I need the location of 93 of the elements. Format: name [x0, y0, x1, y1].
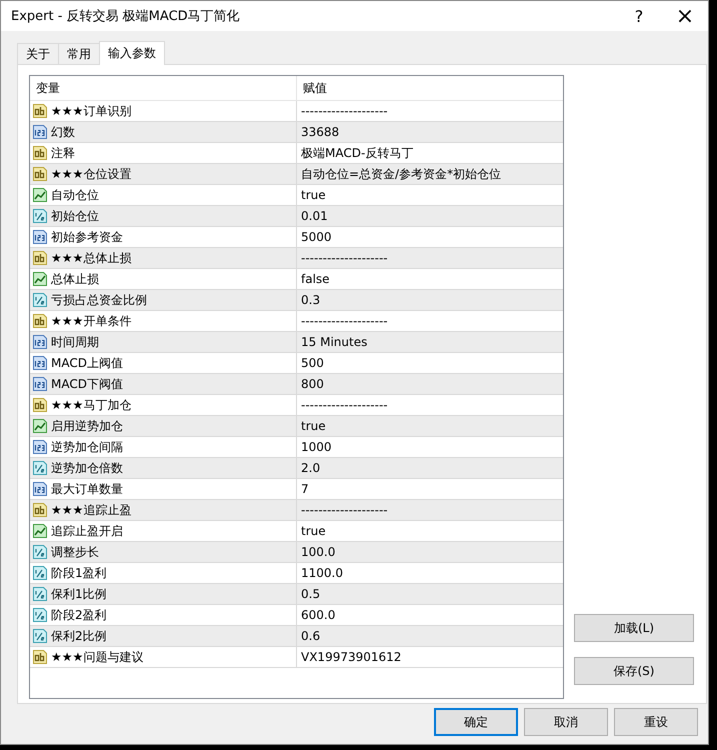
variable-cell[interactable]: MACD下阀值	[30, 374, 297, 394]
type-icon	[32, 292, 48, 308]
variable-cell[interactable]: ★★★订单识别	[30, 101, 297, 121]
variable-cell[interactable]: ★★★问题与建议	[30, 647, 297, 667]
value-cell[interactable]: false	[297, 269, 330, 289]
type-icon	[32, 229, 48, 245]
value-cell[interactable]: 0.3	[297, 290, 320, 310]
type-icon	[32, 628, 48, 644]
type-icon	[32, 481, 48, 497]
type-icon	[32, 355, 48, 371]
variable-cell[interactable]: 调整步长	[30, 542, 297, 562]
type-icon	[32, 586, 48, 602]
type-icon	[32, 460, 48, 476]
value-cell[interactable]: --------------------	[297, 500, 388, 520]
value-cell[interactable]: true	[297, 185, 326, 205]
type-icon	[32, 103, 48, 119]
variable-cell[interactable]: 亏损占总资金比例	[30, 290, 297, 310]
value-cell[interactable]: 极端MACD-反转马丁	[297, 143, 414, 163]
tab[interactable]: 关于	[17, 43, 59, 64]
type-icon	[32, 544, 48, 560]
value-cell[interactable]: 自动仓位=总资金/参考资金*初始仓位	[297, 164, 502, 184]
variable-cell[interactable]: 时间周期	[30, 332, 297, 352]
value-cell[interactable]: 800	[297, 374, 324, 394]
chart-type-icon	[32, 523, 48, 539]
variable-cell[interactable]: 总体止损	[30, 269, 297, 289]
value-cell[interactable]: 2.0	[297, 458, 320, 478]
chart-type-icon	[32, 271, 48, 287]
value-cell[interactable]: true	[297, 416, 326, 436]
value-cell[interactable]: --------------------	[297, 248, 388, 268]
variable-cell[interactable]: 阶段2盈利	[30, 605, 297, 625]
chart-type-icon	[32, 418, 48, 434]
type-icon	[32, 439, 48, 455]
tab[interactable]: 输入参数	[99, 41, 165, 65]
type-icon	[32, 376, 48, 392]
value-cell[interactable]: 33688	[297, 122, 340, 142]
type-icon	[32, 124, 48, 140]
value-cell[interactable]: 0.5	[297, 584, 320, 604]
variable-cell[interactable]: ★★★仓位设置	[30, 164, 297, 184]
type-icon	[32, 397, 48, 413]
help-button[interactable]: ?	[616, 1, 662, 31]
variable-cell[interactable]: 初始仓位	[30, 206, 297, 226]
variable-cell[interactable]: 追踪止盈开启	[30, 521, 297, 541]
type-icon	[32, 250, 48, 266]
value-cell[interactable]: 100.0	[297, 542, 336, 562]
value-cell[interactable]: 0.6	[297, 626, 320, 646]
variable-cell[interactable]: 自动仓位	[30, 185, 297, 205]
value-cell[interactable]: true	[297, 521, 326, 541]
type-icon	[32, 166, 48, 182]
value-cell[interactable]: VX19973901612	[297, 647, 402, 667]
type-icon	[32, 502, 48, 518]
value-cell[interactable]: 7	[297, 479, 309, 499]
window-title: Expert - 反转交易 极端MACD马丁简化	[11, 8, 241, 25]
dialog-button[interactable]: 确定	[434, 708, 518, 736]
type-icon	[32, 565, 48, 581]
variable-cell[interactable]: 逆势加仓倍数	[30, 458, 297, 478]
variable-cell[interactable]: 保利1比例	[30, 584, 297, 604]
variable-cell[interactable]: 保利2比例	[30, 626, 297, 646]
value-cell[interactable]: 600.0	[297, 605, 336, 625]
variable-cell[interactable]: 最大订单数量	[30, 479, 297, 499]
value-cell[interactable]: 500	[297, 353, 324, 373]
value-cell[interactable]: --------------------	[297, 311, 388, 331]
variable-cell[interactable]: ★★★马丁加仓	[30, 395, 297, 415]
side-button[interactable]: 保存(S)	[574, 657, 694, 685]
value-cell[interactable]: 1000	[297, 437, 332, 457]
variable-cell[interactable]: 幻数	[30, 122, 297, 142]
variable-cell[interactable]: 启用逆势加仓	[30, 416, 297, 436]
variable-cell[interactable]: ★★★开单条件	[30, 311, 297, 331]
value-cell[interactable]: 15 Minutes	[297, 332, 368, 352]
close-button[interactable]: ×	[662, 1, 708, 31]
chart-type-icon	[32, 187, 48, 203]
side-button[interactable]: 加载(L)	[574, 614, 694, 642]
variable-cell[interactable]: MACD上阀值	[30, 353, 297, 373]
value-cell[interactable]: 1100.0	[297, 563, 343, 583]
variable-cell[interactable]: ★★★追踪止盈	[30, 500, 297, 520]
column-header[interactable]: 赋值	[297, 76, 333, 100]
value-cell[interactable]: --------------------	[297, 101, 388, 121]
value-cell[interactable]: 0.01	[297, 206, 328, 226]
type-icon	[32, 208, 48, 224]
value-cell[interactable]: --------------------	[297, 395, 388, 415]
type-icon	[32, 607, 48, 623]
variable-cell[interactable]: 初始参考资金	[30, 227, 297, 247]
column-header[interactable]: 变量	[30, 76, 297, 100]
variable-cell[interactable]: 阶段1盈利	[30, 563, 297, 583]
variable-cell[interactable]: 注释	[30, 143, 297, 163]
type-icon	[32, 313, 48, 329]
type-icon	[32, 649, 48, 665]
dialog-button[interactable]: 取消	[524, 708, 608, 736]
value-cell[interactable]: 5000	[297, 227, 332, 247]
type-icon	[32, 334, 48, 350]
dialog-button[interactable]: 重设	[614, 708, 698, 736]
type-icon	[32, 145, 48, 161]
variable-cell[interactable]: 逆势加仓间隔	[30, 437, 297, 457]
variable-cell[interactable]: ★★★总体止损	[30, 248, 297, 268]
